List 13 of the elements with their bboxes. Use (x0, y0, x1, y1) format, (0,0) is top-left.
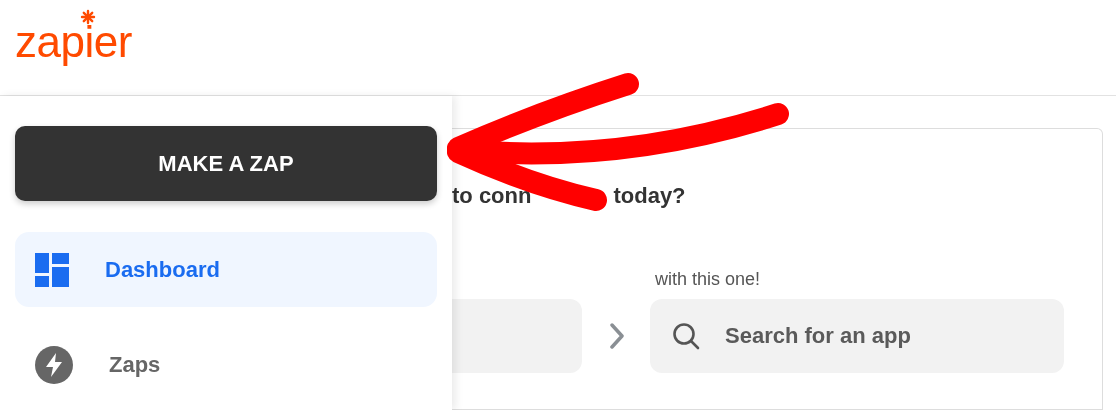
heading-text: today? (613, 182, 686, 210)
search-field[interactable]: Search for an app (650, 299, 1064, 373)
sidebar-item[interactable]: Dashboard (15, 232, 437, 307)
heading-text: to conn (452, 182, 532, 210)
chevron-right-icon (610, 323, 624, 349)
make-zap-button[interactable]: MAKE A ZAP (15, 126, 437, 201)
search-field[interactable] (452, 299, 582, 373)
dashboard-icon (35, 252, 69, 287)
lightning-icon (35, 345, 73, 384)
logo: zapier (15, 17, 132, 66)
asterisk-icon (80, 9, 96, 25)
field-label: with this one! (655, 268, 762, 291)
sidebar-item[interactable]: Zaps (15, 327, 437, 402)
